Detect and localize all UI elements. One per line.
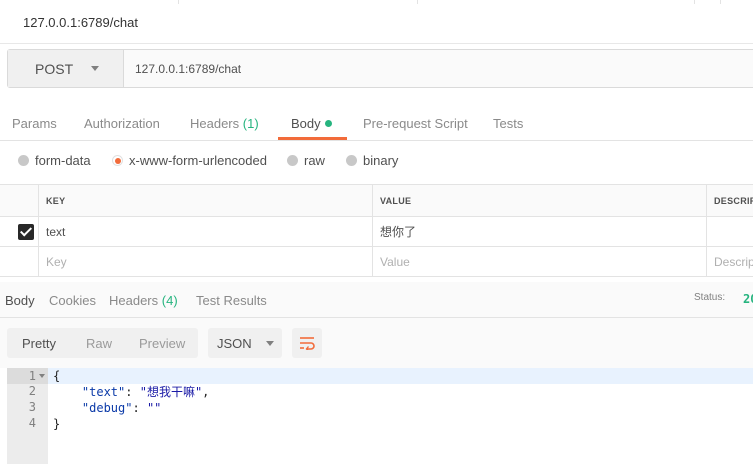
tab-headers-label: Headers	[190, 116, 240, 131]
format-select[interactable]: JSON	[208, 328, 282, 358]
wrap-lines-icon	[300, 337, 315, 350]
table-header-row: KEY VALUE DESCRIPTION	[0, 185, 753, 217]
code-line: "text": "想我干嘛",	[81, 385, 210, 399]
tab-tests[interactable]: Tests	[493, 116, 523, 131]
radio-raw[interactable]: raw	[287, 153, 325, 168]
method-label: POST	[35, 60, 74, 77]
url-input[interactable]	[124, 50, 753, 87]
wrap-lines-button[interactable]	[292, 328, 322, 358]
tab-authorization[interactable]: Authorization	[84, 116, 160, 131]
tab-divider	[694, 0, 695, 4]
response-tabs: Body Cookies Headers (4) Test Results St…	[0, 282, 753, 318]
code-line: "debug": ""	[81, 401, 162, 415]
response-tab-body[interactable]: Body	[5, 293, 35, 308]
line-number: 4	[28, 416, 36, 430]
radio-urlencoded-label: x-www-form-urlencoded	[129, 153, 267, 168]
tab-divider	[417, 0, 418, 4]
radio-selected-icon	[112, 155, 123, 166]
chevron-down-icon	[91, 66, 100, 71]
response-toolbar: Pretty Raw Preview JSON	[0, 318, 753, 368]
tab-body[interactable]: Body	[291, 116, 332, 131]
column-header-key: KEY	[46, 195, 66, 206]
tab-divider	[178, 0, 179, 4]
radio-urlencoded[interactable]: x-www-form-urlencoded	[112, 153, 267, 168]
row-enabled-checkbox[interactable]	[18, 224, 34, 240]
line-number: 2	[28, 384, 36, 398]
code-line: }	[53, 416, 60, 432]
column-header-description: DESCRIPTION	[714, 195, 753, 206]
code-line: {	[53, 368, 60, 384]
new-description-input[interactable]: Description	[707, 247, 753, 276]
fold-arrow-icon[interactable]	[39, 374, 45, 378]
tab-headers-count: (1)	[242, 116, 259, 131]
view-preview-button[interactable]: Preview	[139, 336, 185, 351]
active-line-highlight	[48, 368, 753, 384]
line-number: 3	[28, 400, 36, 414]
chevron-down-icon	[265, 340, 274, 346]
tab-body-label: Body	[291, 116, 321, 131]
status-code: 200 OK	[743, 292, 753, 306]
response-tab-test-results[interactable]: Test Results	[196, 293, 267, 308]
response-body-editor[interactable]: 1 2 3 4 { "text": "想我干嘛", "debug": "" }	[7, 368, 753, 464]
column-header-value: VALUE	[380, 195, 412, 206]
row-description-cell[interactable]	[707, 217, 753, 246]
radio-raw-label: raw	[304, 153, 325, 168]
radio-circle-icon	[346, 155, 357, 166]
response-tab-headers-label: Headers	[109, 293, 159, 308]
radio-circle-icon	[18, 155, 29, 166]
view-pretty-button[interactable]: Pretty	[22, 336, 56, 351]
body-params-table: KEY VALUE DESCRIPTION text 想你了 Key Value…	[0, 184, 753, 277]
request-title-bar: 127.0.0.1:6789/chat	[0, 0, 753, 44]
request-tabs: Params Authorization Headers (1) Body Pr…	[0, 100, 753, 141]
code-token: {	[53, 369, 61, 383]
response-status: Status: 200 OK	[694, 292, 753, 306]
table-row: text 想你了	[0, 217, 753, 247]
json-string: "想我干嘛"	[139, 385, 203, 399]
tab-divider	[720, 0, 721, 4]
view-raw-button[interactable]: Raw	[86, 336, 112, 351]
row-value-cell[interactable]: 想你了	[373, 217, 707, 246]
radio-form-data[interactable]: form-data	[18, 153, 91, 168]
json-key: "text"	[81, 385, 126, 399]
radio-binary-label: binary	[363, 153, 399, 168]
new-value-input[interactable]: Value	[373, 247, 707, 276]
radio-form-data-label: form-data	[35, 153, 91, 168]
json-key: "debug"	[81, 401, 133, 415]
active-tab-indicator	[278, 137, 347, 140]
url-bar: POST	[7, 49, 753, 88]
json-string: ""	[146, 401, 162, 415]
line-number-gutter: 1 2 3 4	[7, 368, 48, 464]
request-title: 127.0.0.1:6789/chat	[23, 15, 138, 30]
radio-circle-icon	[287, 155, 298, 166]
method-select[interactable]: POST	[8, 50, 124, 87]
active-dot-icon	[324, 120, 332, 127]
body-type-selector: form-data x-www-form-urlencoded raw bina…	[0, 146, 753, 174]
code-token: }	[53, 417, 61, 431]
view-mode-segmented: Pretty Raw Preview	[7, 328, 198, 358]
status-label: Status:	[694, 292, 726, 303]
row-key-cell[interactable]: text	[39, 217, 373, 246]
new-key-input[interactable]: Key	[39, 247, 373, 276]
tab-pre-request-script[interactable]: Pre-request Script	[363, 116, 468, 131]
format-label: JSON	[217, 335, 252, 351]
tab-params[interactable]: Params	[12, 116, 57, 131]
radio-binary[interactable]: binary	[346, 153, 398, 168]
response-tab-cookies[interactable]: Cookies	[49, 293, 96, 308]
table-row-new: Key Value Description	[0, 247, 753, 277]
response-tab-headers-count: (4)	[161, 293, 178, 308]
tab-headers[interactable]: Headers (1)	[190, 116, 259, 131]
response-tab-headers[interactable]: Headers (4)	[109, 293, 178, 308]
